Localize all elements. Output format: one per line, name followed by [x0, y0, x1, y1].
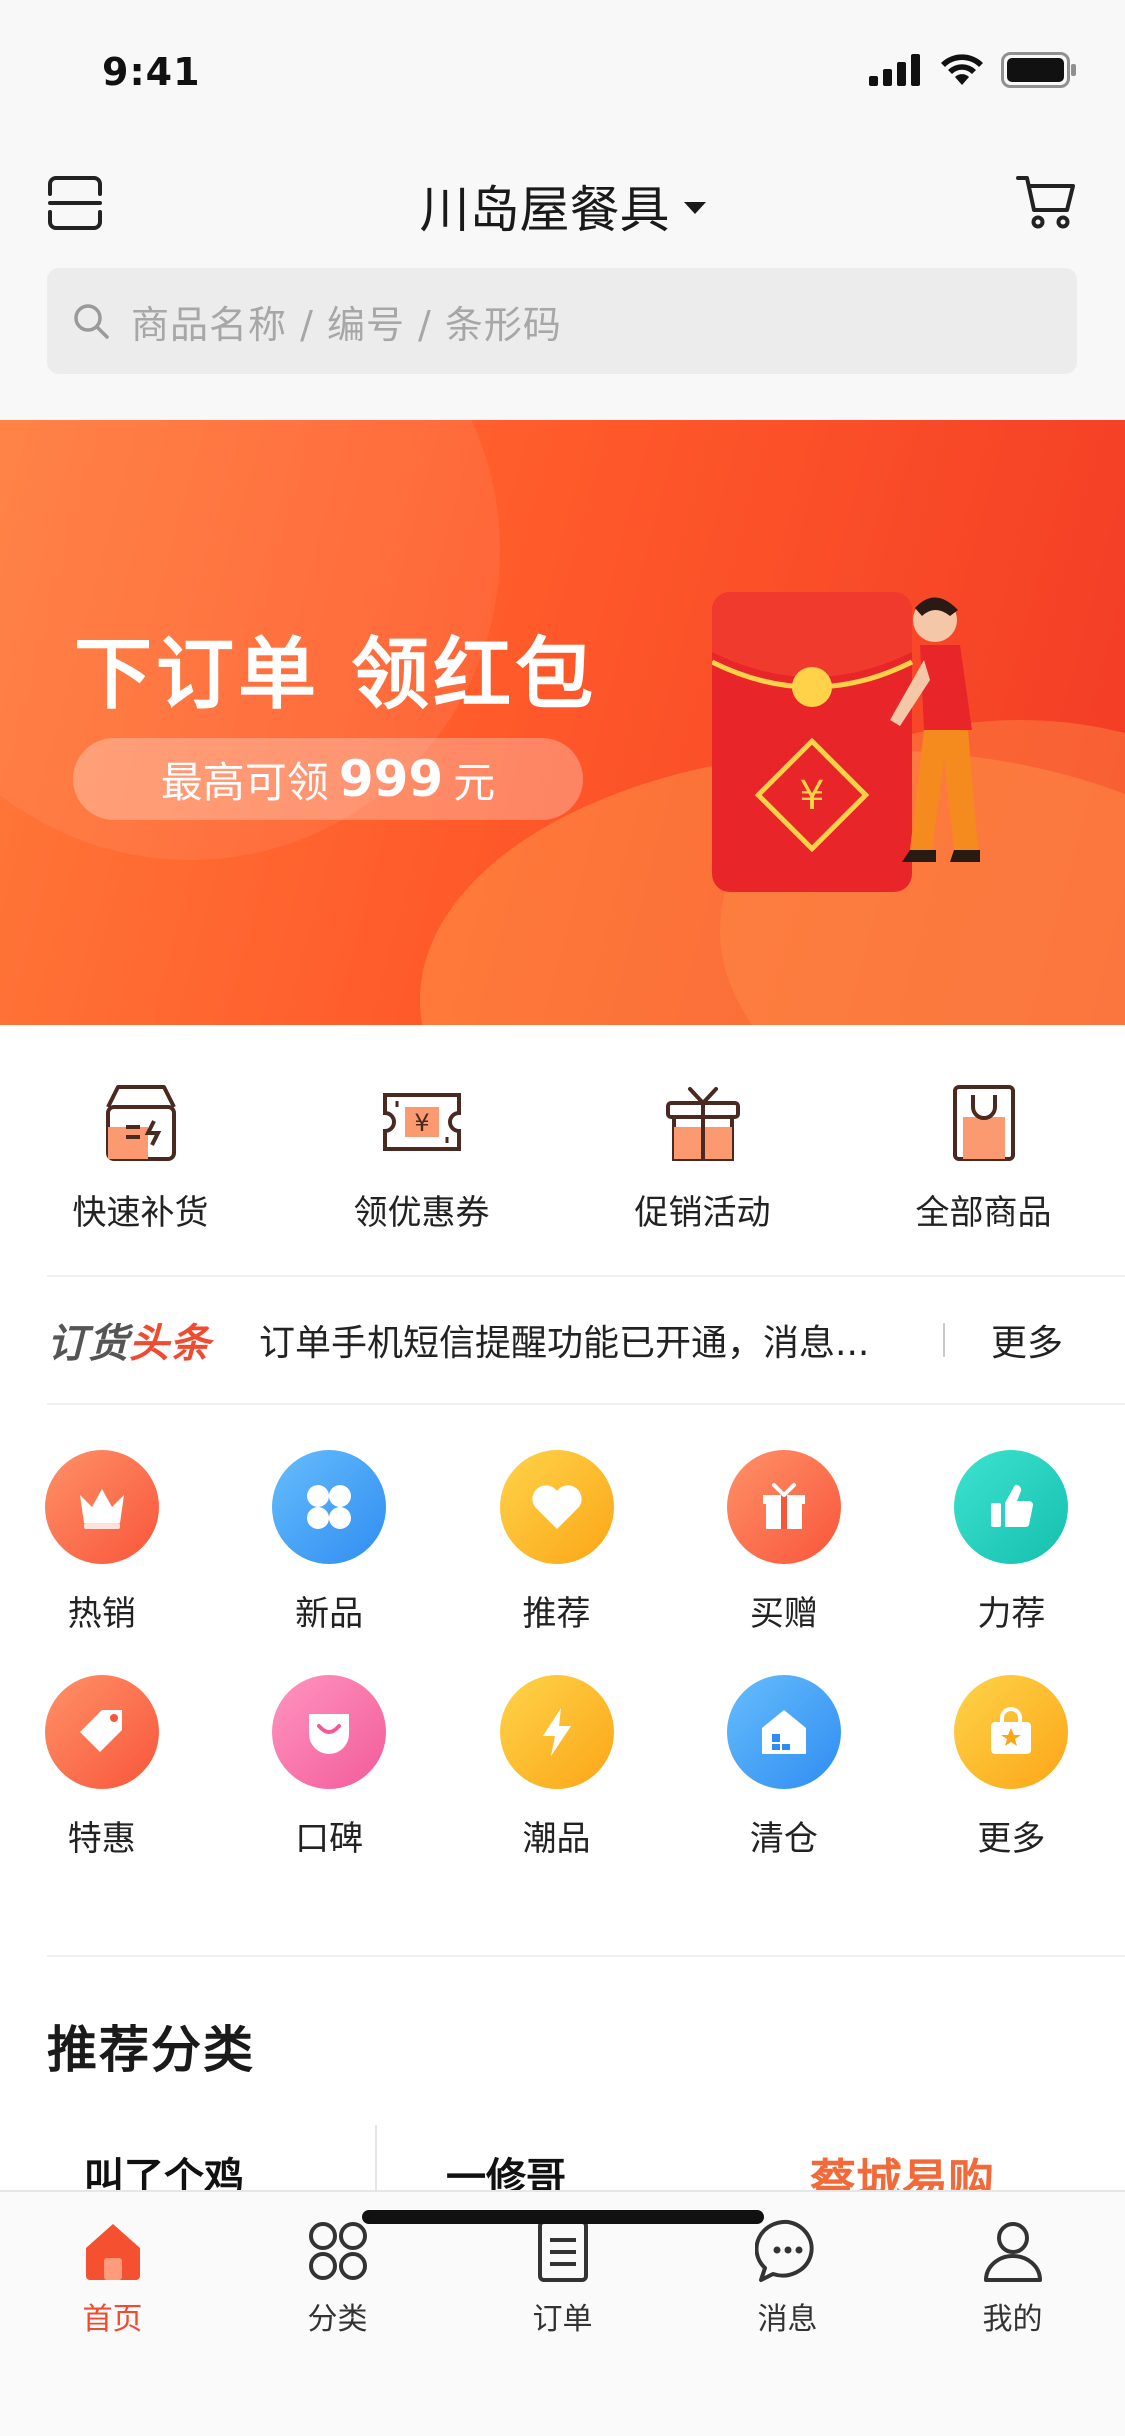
- search-icon: [74, 304, 109, 339]
- news-more-link[interactable]: 更多: [991, 1314, 1063, 1366]
- caret-down-icon: [683, 202, 706, 214]
- category-label: 新品: [295, 1594, 364, 1634]
- category-more[interactable]: 更多: [898, 1675, 1125, 1900]
- category-reputation[interactable]: 口碑: [215, 1675, 442, 1900]
- divider: [943, 1323, 945, 1357]
- category-hot[interactable]: 热销: [0, 1450, 215, 1675]
- heart-icon: [499, 1450, 614, 1564]
- category-buy-gift[interactable]: 买赠: [670, 1450, 897, 1675]
- category-label: 更多: [977, 1819, 1046, 1859]
- user-icon: [983, 2222, 1042, 2282]
- smile-icon: [272, 1675, 387, 1789]
- category-label: 力荐: [977, 1594, 1046, 1634]
- gift-icon: [665, 1087, 740, 1161]
- category-label: 特惠: [67, 1819, 136, 1859]
- box-icon: [105, 1085, 176, 1161]
- category-discount[interactable]: 特惠: [0, 1675, 215, 1900]
- category-label: 清仓: [749, 1819, 818, 1859]
- crown-icon: [44, 1450, 159, 1564]
- status-time: 9:41: [102, 50, 201, 94]
- divider: [47, 1955, 1125, 1957]
- store-selector[interactable]: 川岛屋餐具: [0, 170, 1125, 242]
- bag-icon: [952, 1085, 1015, 1161]
- quick-action-label: 领优惠券: [353, 1193, 490, 1233]
- quick-action-label: 促销活动: [634, 1193, 771, 1233]
- coupon-icon: ¥: [382, 1093, 461, 1151]
- promo-banner[interactable]: 下订单 领红包 最高可领 999 元 ¥: [0, 420, 1125, 1025]
- quick-action-all-products[interactable]: 全部商品: [843, 1025, 1124, 1275]
- home-icon: [85, 2224, 140, 2280]
- quick-actions: 快速补货 ¥ 领优惠券 促销活动 全部商品: [0, 1025, 1125, 1275]
- category-label: 买赠: [749, 1594, 818, 1634]
- gift-icon: [726, 1450, 841, 1564]
- quick-action-promotion[interactable]: 促销活动: [562, 1025, 843, 1275]
- quick-action-label: 快速补货: [72, 1193, 209, 1233]
- thumbs-up-icon: [954, 1450, 1069, 1564]
- category-trendy[interactable]: 潮品: [443, 1675, 670, 1900]
- shopping-bag-star-icon: [954, 1675, 1069, 1789]
- warehouse-icon: [726, 1675, 841, 1789]
- status-bar: 9:41: [0, 0, 1125, 140]
- home-indicator: [362, 2210, 764, 2224]
- quick-action-restock[interactable]: 快速补货: [0, 1025, 281, 1275]
- chat-icon: [754, 2219, 814, 2282]
- wifi-icon: [941, 54, 983, 85]
- yuan-symbol: ¥: [799, 773, 824, 819]
- clover-icon: [272, 1450, 387, 1564]
- quick-action-coupon[interactable]: ¥ 领优惠券: [281, 1025, 562, 1275]
- category-recommend[interactable]: 推荐: [443, 1450, 670, 1675]
- grid-icon: [308, 2222, 367, 2280]
- banner-subtitle: 最高可领 999 元: [73, 738, 583, 820]
- quick-action-label: 全部商品: [915, 1193, 1052, 1233]
- person-illustration: [890, 597, 980, 862]
- category-featured[interactable]: 力荐: [898, 1450, 1125, 1675]
- battery-icon: [1001, 52, 1076, 88]
- tab-profile[interactable]: 我的: [900, 2192, 1125, 2357]
- header: 川岛屋餐具 商品名称 / 编号 / 条形码: [0, 140, 1125, 420]
- tab-label: 订单: [532, 2302, 593, 2337]
- news-ticker[interactable]: 订货头条 订单手机短信提醒功能已开通，消息... 更多: [47, 1275, 1125, 1405]
- news-brand: 订货头条: [47, 1321, 211, 1367]
- store-name: 川岛屋餐具: [419, 181, 670, 239]
- signal-icon: [869, 54, 920, 86]
- tab-label: 首页: [82, 2302, 143, 2337]
- section-title: 推荐分类: [47, 2021, 255, 2079]
- cart-icon[interactable]: [1015, 170, 1077, 232]
- category-clearance[interactable]: 清仓: [670, 1675, 897, 1900]
- tab-label: 分类: [307, 2302, 368, 2337]
- category-label: 口碑: [295, 1819, 364, 1859]
- banner-title: 下订单 领红包: [74, 630, 598, 720]
- category-label: 推荐: [522, 1594, 591, 1634]
- status-icons: [869, 52, 1077, 88]
- svg-text:¥: ¥: [414, 1109, 429, 1137]
- news-headline[interactable]: 订单手机短信提醒功能已开通，消息...: [259, 1314, 919, 1366]
- category-label: 热销: [67, 1594, 136, 1634]
- tab-bar: 首页 分类 订单 消息 我的: [0, 2190, 1125, 2436]
- tab-label: 我的: [982, 2302, 1043, 2337]
- lightning-icon: [499, 1675, 614, 1789]
- tab-label: 消息: [757, 2302, 818, 2337]
- category-label: 潮品: [522, 1819, 591, 1859]
- tag-icon: [44, 1675, 159, 1789]
- category-grid: 热销 新品 推荐 买赠 力荐 特惠 口碑 潮品 清仓 更多: [0, 1450, 1125, 1900]
- search-input[interactable]: 商品名称 / 编号 / 条形码: [47, 268, 1077, 374]
- tab-home[interactable]: 首页: [0, 2192, 225, 2357]
- search-placeholder: 商品名称 / 编号 / 条形码: [131, 302, 562, 347]
- category-new[interactable]: 新品: [215, 1450, 442, 1675]
- document-icon: [537, 2220, 588, 2282]
